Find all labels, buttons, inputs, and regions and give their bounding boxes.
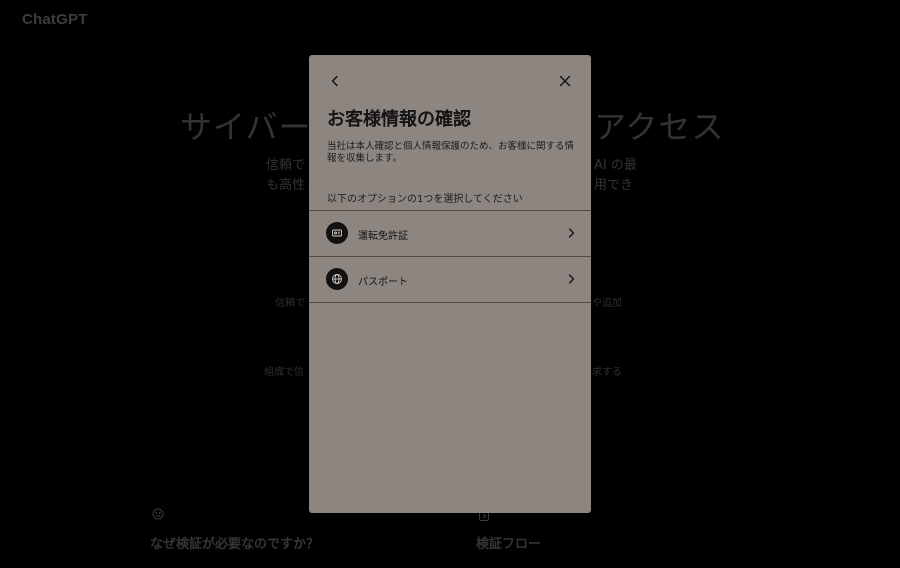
page: ChatGPT サイバー アクセス 信頼で AI の最 も高性 用でき 信頼で … xyxy=(0,0,900,568)
chevron-right-icon xyxy=(565,273,577,285)
option-label-passport: パスポート xyxy=(358,277,408,288)
chevron-right-icon xyxy=(565,227,577,239)
hero-subtext-line2-right: 用でき xyxy=(594,178,634,193)
close-icon xyxy=(559,75,571,87)
modal-description: 当社は本人確認と個人情報保護のため、お客様に関する情報を収集します。 xyxy=(327,141,575,164)
globe-icon xyxy=(326,268,348,290)
modal-title: お客様情報の確認 xyxy=(327,109,471,130)
chatgpt-logo: ChatGPT xyxy=(22,11,88,28)
back-button[interactable] xyxy=(327,73,343,89)
close-button[interactable] xyxy=(557,73,573,89)
verify-info-modal: お客様情報の確認 当社は本人確認と個人情報保護のため、お客様に関する情報を収集し… xyxy=(309,55,591,513)
id-option-list: 運転免許証 パスポート xyxy=(309,210,591,303)
bg-text-lower-left: 組織で信 xyxy=(264,367,304,378)
section-title-why-verify: なぜ検証が必要なのですか？ xyxy=(150,537,320,552)
chevron-left-icon xyxy=(331,75,338,87)
section-title-verification-flow: 検証フロー xyxy=(476,537,542,552)
bg-text-lower-right: 求する xyxy=(592,367,622,378)
smile-icon xyxy=(152,508,164,520)
bg-text-mid-left: 信頼で xyxy=(275,298,305,309)
option-drivers-license[interactable]: 運転免許証 xyxy=(309,211,591,257)
id-card-icon xyxy=(326,222,348,244)
option-passport[interactable]: パスポート xyxy=(309,257,591,303)
hero-subtext-line2-left: も高性 xyxy=(266,178,306,193)
hero-title-right: アクセス xyxy=(594,108,725,146)
hero-subtext-line1-left: 信頼で xyxy=(266,158,306,173)
bg-text-mid-right: や追加 xyxy=(592,298,622,309)
modal-prompt: 以下のオプションの1つを選択してください xyxy=(327,194,523,205)
hero-subtext-line1-right: AI の最 xyxy=(594,158,637,173)
hero-title-left: サイバー xyxy=(180,108,312,146)
option-label-drivers-license: 運転免許証 xyxy=(358,231,408,242)
